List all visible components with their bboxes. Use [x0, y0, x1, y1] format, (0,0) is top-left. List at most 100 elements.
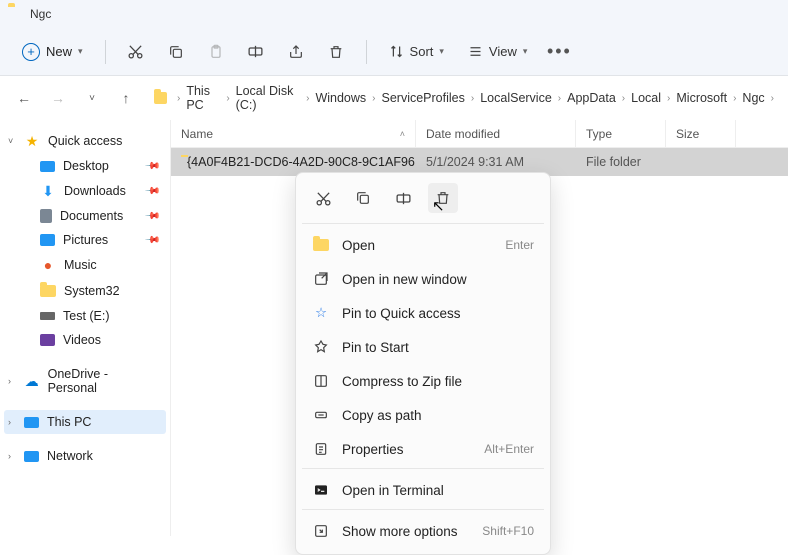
- new-button[interactable]: + New ▾: [12, 37, 93, 67]
- breadcrumb[interactable]: ServiceProfiles›: [382, 91, 477, 105]
- column-header-size[interactable]: Size: [666, 120, 736, 147]
- file-name: {4A0F4B21-DCD6-4A2D-90C8-9C1AF96...: [187, 155, 416, 169]
- sort-asc-icon: ˄: [400, 129, 405, 139]
- breadcrumb[interactable]: LocalService›: [480, 91, 563, 105]
- sidebar-item-videos[interactable]: Videos: [4, 328, 166, 352]
- terminal-icon: [312, 481, 330, 499]
- more-button[interactable]: •••: [541, 34, 577, 70]
- ctx-compress[interactable]: Compress to Zip file: [302, 364, 544, 398]
- path-icon: [312, 406, 330, 424]
- file-type: File folder: [576, 155, 666, 169]
- navigation-pane: ˅ ★ Quick access Desktop📌 ⬇Downloads📌 Do…: [0, 120, 170, 536]
- folder-icon: [8, 6, 24, 22]
- column-header-date[interactable]: Date modified: [416, 120, 576, 147]
- chevron-down-icon[interactable]: ˅: [80, 86, 104, 110]
- breadcrumb[interactable]: Windows›: [315, 91, 377, 105]
- column-header-name[interactable]: Name˄: [171, 120, 416, 147]
- music-icon: ●: [40, 257, 56, 273]
- ctx-copy-path[interactable]: Copy as path: [302, 398, 544, 432]
- star-icon: ★: [24, 133, 40, 149]
- sidebar-item-system32[interactable]: System32: [4, 278, 166, 304]
- address-bar[interactable]: › This PC› Local Disk (C:)› Windows› Ser…: [148, 84, 776, 112]
- document-icon: [40, 209, 52, 223]
- video-icon: [40, 334, 55, 346]
- breadcrumb[interactable]: Microsoft›: [676, 91, 738, 105]
- chevron-down-icon: ▾: [78, 46, 83, 57]
- breadcrumb[interactable]: This PC›: [186, 84, 231, 112]
- rename-button[interactable]: [388, 183, 418, 213]
- breadcrumb[interactable]: Local Disk (C:)›: [236, 84, 312, 112]
- breadcrumb[interactable]: AppData›: [567, 91, 627, 105]
- pin-icon: 📌: [143, 208, 160, 225]
- toolbar: + New ▾ Sort ▾ View ▾ •••: [0, 28, 788, 76]
- sidebar-item-this-pc[interactable]: ›This PC: [4, 410, 166, 434]
- chevron-right-icon[interactable]: ›: [8, 451, 11, 461]
- chevron-right-icon: ›: [175, 93, 182, 104]
- folder-icon: [40, 283, 56, 299]
- ctx-pin-start[interactable]: Pin to Start: [302, 330, 544, 364]
- drive-icon: [40, 312, 55, 320]
- zip-icon: [312, 372, 330, 390]
- sidebar-item-downloads[interactable]: ⬇Downloads📌: [4, 178, 166, 204]
- copy-button[interactable]: [158, 34, 194, 70]
- ctx-pin-quick[interactable]: ☆Pin to Quick access: [302, 296, 544, 330]
- plus-icon: +: [22, 43, 40, 61]
- chevron-right-icon[interactable]: ›: [8, 376, 11, 386]
- picture-icon: [40, 234, 55, 246]
- sidebar-item-music[interactable]: ●Music: [4, 252, 166, 278]
- ctx-open-new-window[interactable]: Open in new window: [302, 262, 544, 296]
- delete-button[interactable]: [428, 183, 458, 213]
- cut-button[interactable]: [308, 183, 338, 213]
- share-button[interactable]: [278, 34, 314, 70]
- delete-button[interactable]: [318, 34, 354, 70]
- pin-icon: 📌: [143, 232, 160, 249]
- folder-icon: [312, 236, 330, 254]
- chevron-down-icon[interactable]: ˅: [8, 136, 13, 146]
- pin-icon: [312, 338, 330, 356]
- column-header-type[interactable]: Type: [576, 120, 666, 147]
- sort-button[interactable]: Sort ▾: [379, 38, 454, 65]
- sidebar-item-pictures[interactable]: Pictures📌: [4, 228, 166, 252]
- window-title: Ngc: [30, 7, 51, 21]
- sort-label: Sort: [410, 44, 434, 59]
- ctx-open[interactable]: OpenEnter: [302, 228, 544, 262]
- rename-button[interactable]: [238, 34, 274, 70]
- desktop-icon: [40, 161, 55, 172]
- breadcrumb[interactable]: Local›: [631, 91, 672, 105]
- sidebar-item-desktop[interactable]: Desktop📌: [4, 154, 166, 178]
- navigation-bar: ← → ˅ ↑ › This PC› Local Disk (C:)› Wind…: [0, 76, 788, 120]
- download-icon: ⬇: [40, 183, 56, 199]
- ctx-open-terminal[interactable]: Open in Terminal: [302, 473, 544, 507]
- forward-button[interactable]: →: [46, 86, 70, 110]
- new-label: New: [46, 44, 72, 59]
- view-label: View: [489, 44, 517, 59]
- sidebar-item-test[interactable]: Test (E:): [4, 304, 166, 328]
- expand-icon: [312, 522, 330, 540]
- paste-button[interactable]: [198, 34, 234, 70]
- new-window-icon: [312, 270, 330, 288]
- column-headers: Name˄ Date modified Type Size: [171, 120, 788, 148]
- chevron-down-icon: ▾: [523, 46, 528, 57]
- view-button[interactable]: View ▾: [458, 38, 537, 65]
- pin-icon: 📌: [143, 158, 160, 175]
- up-button[interactable]: ↑: [114, 86, 138, 110]
- sidebar-item-network[interactable]: ›Network: [4, 444, 166, 468]
- cut-button[interactable]: [118, 34, 154, 70]
- file-date: 5/1/2024 9:31 AM: [416, 155, 576, 169]
- ctx-show-more[interactable]: Show more optionsShift+F10: [302, 514, 544, 548]
- sidebar-item-onedrive[interactable]: ›☁OneDrive - Personal: [4, 362, 166, 400]
- copy-button[interactable]: [348, 183, 378, 213]
- context-menu: OpenEnter Open in new window ☆Pin to Qui…: [295, 172, 551, 555]
- breadcrumb[interactable]: Ngc›: [742, 91, 776, 105]
- pin-icon: 📌: [143, 183, 160, 200]
- monitor-icon: [24, 417, 39, 428]
- ctx-properties[interactable]: PropertiesAlt+Enter: [302, 432, 544, 466]
- titlebar: Ngc: [0, 0, 788, 28]
- network-icon: [24, 451, 39, 462]
- back-button[interactable]: ←: [12, 86, 36, 110]
- chevron-down-icon: ▾: [439, 46, 444, 57]
- sidebar-item-documents[interactable]: Documents📌: [4, 204, 166, 228]
- sidebar-item-quick-access[interactable]: ˅ ★ Quick access: [4, 128, 166, 154]
- chevron-right-icon[interactable]: ›: [8, 417, 11, 427]
- properties-icon: [312, 440, 330, 458]
